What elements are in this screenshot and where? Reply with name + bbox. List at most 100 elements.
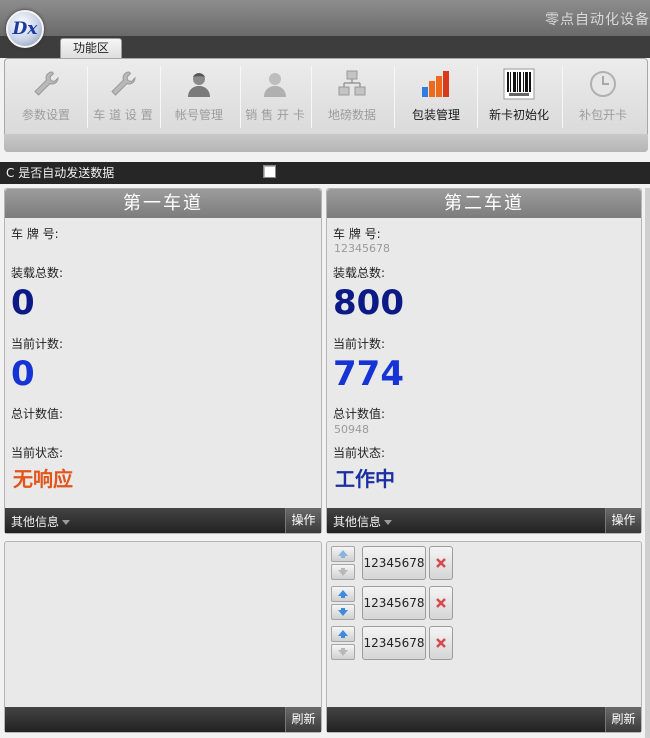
auto-send-label: 是否自动发送数据	[18, 166, 115, 180]
queue-card-number[interactable]: 12345678	[362, 626, 426, 660]
app-logo[interactable]: Dx	[6, 10, 44, 48]
plate-label: 车 牌 号:	[333, 227, 381, 241]
lane-settings-label: 车 道 设 置	[93, 108, 153, 122]
move-up-button[interactable]	[331, 586, 355, 602]
lane-footer: 其他信息 操作	[327, 508, 641, 533]
move-up-button[interactable]	[331, 626, 355, 642]
auto-send-checkbox[interactable]	[263, 165, 276, 178]
arrow-up-icon	[338, 630, 348, 638]
auto-send-prefix: C	[6, 166, 15, 180]
arrow-up-icon	[338, 550, 348, 558]
new-card-init-label: 新卡初始化	[488, 108, 549, 122]
wrench-icon	[107, 68, 139, 100]
plate-label: 车 牌 号:	[11, 227, 59, 241]
new-card-init-button[interactable]: 新卡初始化	[481, 64, 557, 132]
ribbon-separator	[240, 66, 241, 128]
load-total-value: 0	[11, 283, 35, 323]
chevron-down-icon	[384, 520, 393, 525]
wrench-icon	[30, 68, 62, 100]
ribbon-separator	[477, 66, 478, 128]
status-label: 当前状态:	[11, 446, 64, 460]
queue-footer: 刷新	[5, 707, 321, 732]
chevron-down-icon	[62, 520, 71, 525]
lane-action-button[interactable]: 操作	[605, 508, 641, 533]
app-window: 零点自动化设备 Dx 功能区 参数设置 车 道 设 置 帐号管理 销 售 开 卡	[0, 0, 650, 738]
close-icon	[436, 558, 446, 568]
current-count-label: 当前计数:	[333, 337, 386, 351]
close-icon	[436, 638, 446, 648]
user-icon	[183, 68, 215, 100]
reissue-card-button[interactable]: 补包开卡	[566, 64, 640, 132]
sales-card-label: 销 售 开 卡	[245, 108, 305, 122]
delete-button[interactable]	[429, 586, 453, 620]
current-count-label: 当前计数:	[11, 337, 64, 351]
account-management-button[interactable]: 帐号管理	[164, 64, 234, 132]
refresh-button[interactable]: 刷新	[605, 707, 641, 732]
ribbon-separator	[394, 66, 395, 128]
ribbon-separator	[311, 66, 312, 128]
status-value: 无响应	[13, 467, 73, 491]
current-count-value: 0	[11, 354, 35, 394]
packaging-management-button[interactable]: 包装管理	[398, 64, 474, 132]
account-management-label: 帐号管理	[174, 108, 223, 122]
queue-panel-1: 刷新	[4, 541, 322, 733]
load-total-label: 装载总数:	[333, 266, 386, 280]
user-icon	[259, 68, 291, 100]
delete-button[interactable]	[429, 626, 453, 660]
lane-title: 第一车道	[5, 189, 321, 218]
close-icon	[436, 598, 446, 608]
status-value: 工作中	[335, 467, 395, 491]
barcode-icon	[503, 68, 535, 100]
lane-footer: 其他信息 操作	[5, 508, 321, 533]
other-info-label: 其他信息	[11, 515, 60, 529]
move-down-button[interactable]	[331, 604, 355, 620]
arrow-down-icon	[338, 608, 348, 616]
lane-title: 第二车道	[327, 189, 641, 218]
load-total-label: 装载总数:	[11, 266, 64, 280]
network-icon	[336, 68, 368, 100]
clock-icon	[587, 68, 619, 100]
delete-button[interactable]	[429, 546, 453, 580]
app-title: 零点自动化设备	[545, 12, 650, 28]
total-count-value: 50948	[334, 423, 369, 436]
lane-panel-2: 第二车道 车 牌 号: 12345678 装载总数: 800 当前计数: 774…	[326, 188, 642, 534]
ribbon-separator	[562, 66, 563, 128]
arrow-down-icon	[338, 648, 348, 656]
ribbon-footer	[4, 134, 648, 152]
auto-send-bar: C 是否自动发送数据	[0, 162, 650, 184]
move-down-button[interactable]	[331, 564, 355, 580]
lane-panel-1: 第一车道 车 牌 号: 装载总数: 0 当前计数: 0 总计数值: 当前状态: …	[4, 188, 322, 534]
ribbon-separator	[160, 66, 161, 128]
queue-footer: 刷新	[327, 707, 641, 732]
queue-card-number[interactable]: 12345678	[362, 586, 426, 620]
current-count-value: 774	[333, 354, 404, 394]
bar-chart-icon	[420, 68, 452, 100]
other-info-dropdown[interactable]: 其他信息	[333, 513, 393, 530]
load-total-value: 800	[333, 283, 404, 323]
move-up-button[interactable]	[331, 546, 355, 562]
tab-function-area[interactable]: 功能区	[60, 38, 122, 58]
plate-value: 12345678	[334, 242, 390, 255]
refresh-button[interactable]: 刷新	[285, 707, 321, 732]
params-settings-button[interactable]: 参数设置	[12, 64, 80, 132]
sales-card-button[interactable]: 销 售 开 卡	[242, 64, 308, 132]
queue-card-number[interactable]: 12345678	[362, 546, 426, 580]
reissue-card-label: 补包开卡	[578, 108, 627, 122]
packaging-management-label: 包装管理	[411, 108, 460, 122]
arrow-down-icon	[338, 568, 348, 576]
lane-action-button[interactable]: 操作	[285, 508, 321, 533]
params-settings-label: 参数设置	[21, 108, 70, 122]
ribbon-separator	[87, 66, 88, 128]
total-count-label: 总计数值:	[333, 407, 386, 421]
other-info-label: 其他信息	[333, 515, 382, 529]
other-info-dropdown[interactable]: 其他信息	[11, 513, 71, 530]
right-edge-panel	[645, 188, 650, 738]
queue-panel-2: 12345678 12345678 12345678 刷新	[326, 541, 642, 733]
total-count-label: 总计数值:	[11, 407, 64, 421]
weighbridge-data-label: 地磅数据	[327, 108, 376, 122]
weighbridge-data-button[interactable]: 地磅数据	[316, 64, 388, 132]
title-bar: 零点自动化设备	[0, 0, 650, 36]
lane-settings-button[interactable]: 车 道 设 置	[89, 64, 157, 132]
status-label: 当前状态:	[333, 446, 386, 460]
move-down-button[interactable]	[331, 644, 355, 660]
